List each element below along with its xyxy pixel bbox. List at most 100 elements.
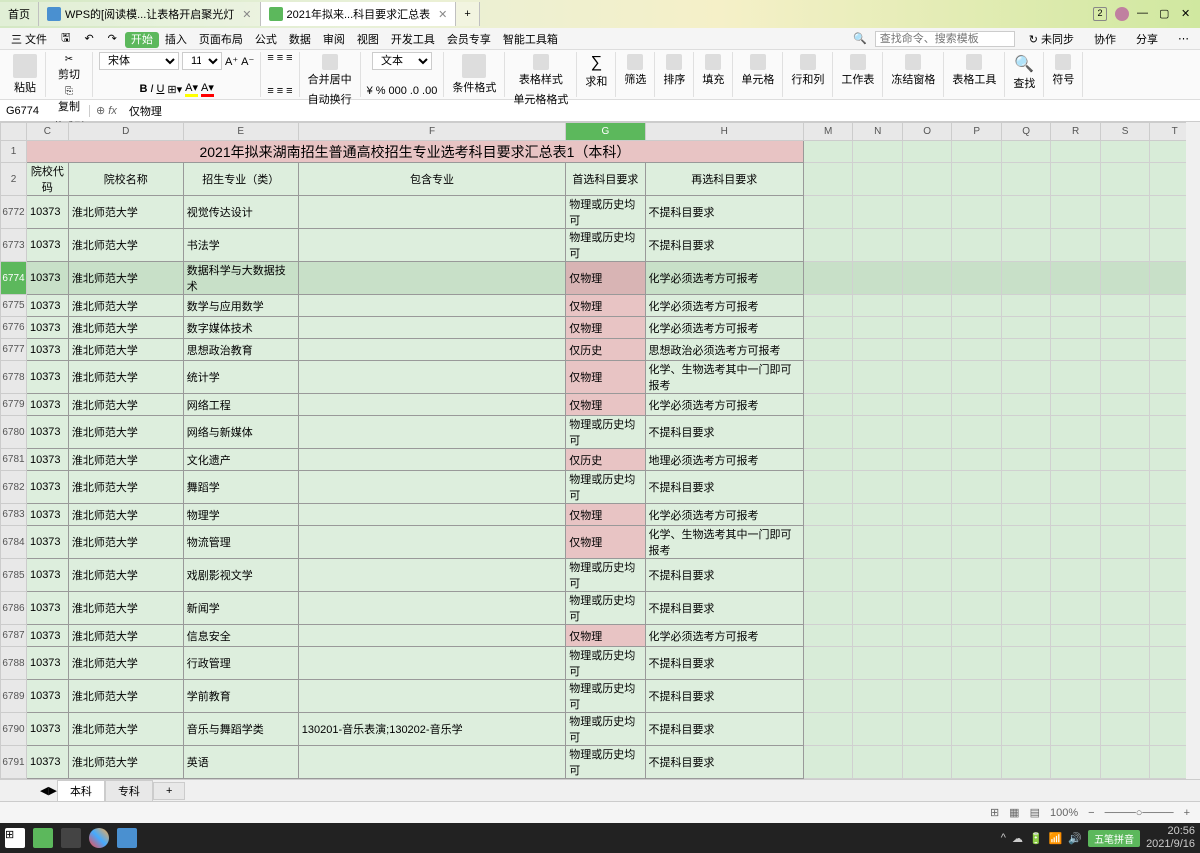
valign-icon[interactable]: ≡	[286, 85, 292, 97]
cell[interactable]	[1051, 559, 1100, 592]
sheet-nav-icon[interactable]: ◀	[40, 784, 48, 797]
cell[interactable]: 思想政治教育	[183, 339, 298, 361]
header-cell[interactable]: 首选科目要求	[566, 163, 645, 196]
menu-8[interactable]: 会员专享	[441, 32, 497, 48]
cell[interactable]: 网络与新媒体	[183, 416, 298, 449]
cell[interactable]	[1001, 317, 1051, 339]
row-header[interactable]: 2	[1, 163, 27, 196]
inc-dec-icon[interactable]: .0	[410, 85, 419, 97]
cell[interactable]	[1100, 592, 1149, 625]
cell[interactable]: 不提科目要求	[645, 229, 803, 262]
cell[interactable]	[803, 449, 853, 471]
cell[interactable]: 淮北师范大学	[68, 361, 183, 394]
row-header[interactable]: 6776	[1, 317, 27, 339]
currency-icon[interactable]: ¥	[367, 85, 373, 97]
cell[interactable]: 数据科学与大数据技术	[183, 262, 298, 295]
cell[interactable]: 仅物理	[566, 262, 645, 295]
cell[interactable]: 化学必须选考方可报考	[645, 295, 803, 317]
sync-button[interactable]: ↻ 未同步	[1023, 29, 1080, 49]
cell[interactable]	[1100, 262, 1149, 295]
row-header[interactable]: 6778	[1, 361, 27, 394]
row-header[interactable]: 6772	[1, 196, 27, 229]
cell[interactable]: 淮北师范大学	[68, 317, 183, 339]
cell[interactable]	[1051, 592, 1100, 625]
cell[interactable]	[952, 416, 1001, 449]
cell[interactable]: 淮北师范大学	[68, 449, 183, 471]
wps-app-icon[interactable]	[117, 828, 137, 848]
cell[interactable]: 化学必须选考方可报考	[645, 317, 803, 339]
cell[interactable]	[1001, 229, 1051, 262]
tray-icon[interactable]: 📶	[1049, 832, 1063, 845]
cell[interactable]: 淮北师范大学	[68, 713, 183, 746]
cell[interactable]	[952, 680, 1001, 713]
menu-4[interactable]: 数据	[283, 32, 317, 48]
cell[interactable]	[1100, 317, 1149, 339]
cell[interactable]: 统计学	[183, 361, 298, 394]
cell[interactable]	[853, 229, 902, 262]
cell[interactable]	[298, 526, 565, 559]
cell[interactable]: 新闻学	[183, 592, 298, 625]
cell[interactable]	[902, 746, 952, 779]
cell[interactable]: 物理或历史均可	[566, 713, 645, 746]
cell[interactable]	[1100, 196, 1149, 229]
cell[interactable]: 化学必须选考方可报考	[645, 625, 803, 647]
cell[interactable]: 淮北师范大学	[68, 416, 183, 449]
cell[interactable]	[298, 394, 565, 416]
table-tool-button[interactable]: 表格工具	[950, 52, 998, 89]
cell[interactable]	[298, 317, 565, 339]
cell[interactable]	[1051, 680, 1100, 713]
collab-button[interactable]: 协作	[1088, 29, 1122, 49]
cell[interactable]: 10373	[26, 713, 68, 746]
cell[interactable]	[1001, 361, 1051, 394]
tray-icon[interactable]: ^	[1001, 832, 1006, 844]
cell[interactable]	[1001, 449, 1051, 471]
ime-badge[interactable]: 五笔拼音	[1088, 830, 1140, 847]
app-icon[interactable]	[61, 828, 81, 848]
close-icon[interactable]: ✕	[242, 8, 251, 21]
cell[interactable]: 音乐与舞蹈学类	[183, 713, 298, 746]
cell[interactable]	[803, 713, 853, 746]
cell[interactable]	[803, 394, 853, 416]
col-header[interactable]: C	[26, 123, 68, 141]
cell[interactable]	[298, 361, 565, 394]
col-header[interactable]: G	[566, 123, 645, 141]
cell[interactable]: 不提科目要求	[645, 196, 803, 229]
header-cell[interactable]: 院校名称	[68, 163, 183, 196]
maximize-icon[interactable]: ▢	[1159, 7, 1173, 21]
qat-redo[interactable]: ↷	[102, 30, 123, 47]
cell[interactable]	[298, 339, 565, 361]
merge-button[interactable]: 合并居中	[306, 52, 354, 89]
cell[interactable]: 化学、生物选考其中一门即可报考	[645, 526, 803, 559]
row-header[interactable]: 6785	[1, 559, 27, 592]
cell[interactable]: 思想政治必须选考方可报考	[645, 339, 803, 361]
cell[interactable]	[803, 625, 853, 647]
cell[interactable]	[803, 504, 853, 526]
tab-doc2[interactable]: 2021年拟来...科目要求汇总表✕	[261, 2, 457, 26]
cell[interactable]: 10373	[26, 295, 68, 317]
cell[interactable]	[952, 229, 1001, 262]
row-header[interactable]: 6779	[1, 394, 27, 416]
cell[interactable]: 地理必须选考方可报考	[645, 449, 803, 471]
add-sheet-button[interactable]: +	[153, 782, 185, 800]
formula-input[interactable]: 仅物理	[123, 103, 1200, 119]
number-format-select[interactable]: 文本	[372, 52, 432, 70]
cell[interactable]	[952, 449, 1001, 471]
col-header[interactable]: E	[183, 123, 298, 141]
avatar-icon[interactable]	[1115, 7, 1129, 21]
cell[interactable]	[902, 625, 952, 647]
cell[interactable]	[803, 526, 853, 559]
grow-font-icon[interactable]: A⁺	[225, 55, 238, 68]
cell[interactable]	[853, 394, 902, 416]
cell[interactable]	[952, 504, 1001, 526]
cell[interactable]: 10373	[26, 196, 68, 229]
cell[interactable]: 仅物理	[566, 504, 645, 526]
cell[interactable]	[1001, 559, 1051, 592]
cell[interactable]	[853, 680, 902, 713]
cell[interactable]	[298, 416, 565, 449]
cell[interactable]: 物理或历史均可	[566, 471, 645, 504]
cell[interactable]: 淮北师范大学	[68, 625, 183, 647]
cell[interactable]: 淮北师范大学	[68, 504, 183, 526]
freeze-button[interactable]: 冻结窗格	[889, 52, 937, 89]
cell[interactable]: 化学必须选考方可报考	[645, 504, 803, 526]
cell[interactable]	[952, 625, 1001, 647]
